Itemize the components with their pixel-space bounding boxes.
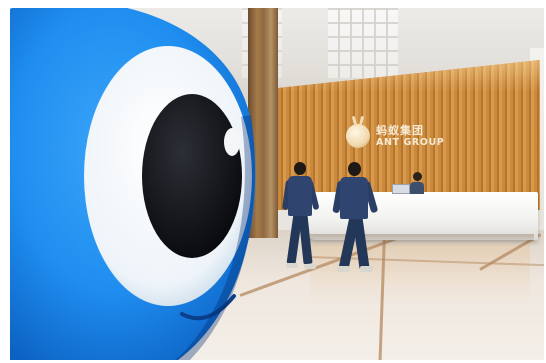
logo-english-text: ANT GROUP — [376, 136, 445, 148]
walking-person — [332, 162, 379, 278]
walking-person — [281, 162, 322, 274]
mascot-drawing — [10, 8, 256, 360]
column — [264, 8, 278, 238]
mascot-pupil — [142, 94, 242, 258]
monitor — [392, 184, 410, 194]
mascot-head — [10, 8, 258, 360]
page-margin — [0, 0, 10, 363]
logo-text: 蚂蚁集团 ANT GROUP — [376, 125, 444, 148]
receptionist — [410, 172, 424, 194]
company-logo: 蚂蚁集团 ANT GROUP — [346, 124, 444, 148]
eye-highlight — [224, 128, 240, 156]
window — [328, 8, 398, 78]
photo: 蚂蚁集团 ANT GROUP — [10, 8, 544, 360]
ant-logo-icon — [346, 124, 370, 148]
logo-chinese-text: 蚂蚁集团 — [376, 123, 424, 137]
